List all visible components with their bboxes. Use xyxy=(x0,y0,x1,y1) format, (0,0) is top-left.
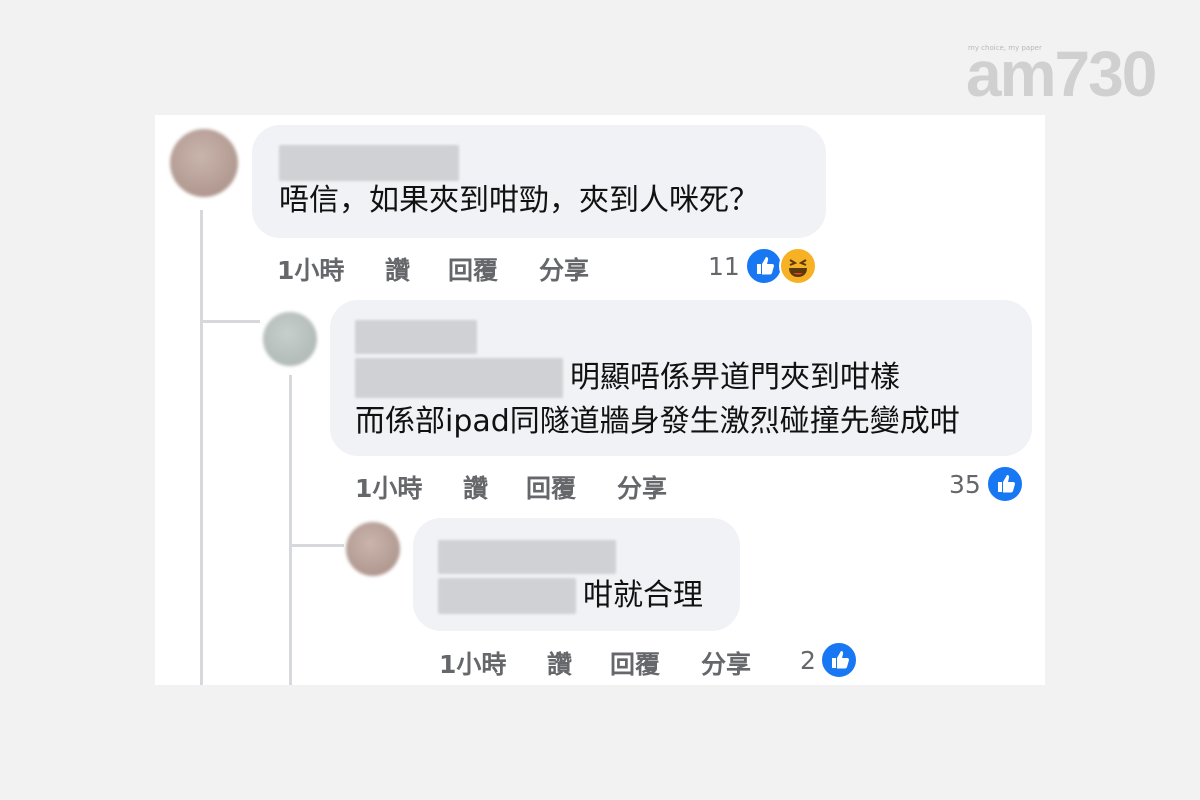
share-button[interactable]: 分享 xyxy=(539,251,589,287)
am730-logo: am730 my choice, my paper xyxy=(966,36,1157,116)
thread-line-main xyxy=(200,210,203,685)
logo-tagline: my choice, my paper xyxy=(968,44,1042,52)
comment-bubble: 唔信，如果夾到咁勁，夾到人咪死？ xyxy=(252,125,826,238)
thread-connector-2 xyxy=(289,544,344,547)
comment-time[interactable]: 1小時 xyxy=(439,645,506,681)
comment-text-line-2: 而係部ipad同隧道牆身發生激烈碰撞先變成咁 xyxy=(355,404,960,439)
like-button[interactable]: 讚 xyxy=(385,251,410,287)
author-name-blurred[interactable] xyxy=(355,320,477,354)
haha-icon[interactable] xyxy=(779,247,817,285)
author-name-blurred[interactable] xyxy=(438,540,616,574)
share-button[interactable]: 分享 xyxy=(617,469,667,505)
comment-text: 咁就合理 xyxy=(583,578,703,613)
reaction-count[interactable]: 11 xyxy=(708,252,740,281)
avatar[interactable] xyxy=(263,312,317,366)
share-button[interactable]: 分享 xyxy=(701,645,751,681)
like-icon[interactable] xyxy=(820,641,858,679)
tagged-user-blurred[interactable] xyxy=(438,578,576,614)
like-button[interactable]: 讚 xyxy=(547,645,572,681)
comment-time[interactable]: 1小時 xyxy=(277,251,344,287)
comment-time[interactable]: 1小時 xyxy=(355,469,422,505)
author-name-blurred[interactable] xyxy=(279,145,459,181)
reaction-count[interactable]: 2 xyxy=(800,646,816,675)
reply-button[interactable]: 回覆 xyxy=(610,645,660,681)
like-button[interactable]: 讚 xyxy=(463,469,488,505)
thread-connector-1 xyxy=(200,320,260,323)
comment-thread: 唔信，如果夾到咁勁，夾到人咪死？ 1小時 讚 回覆 分享 11 明顯唔係畀道門夾… xyxy=(155,115,1045,685)
comment-text: 唔信，如果夾到咁勁，夾到人咪死？ xyxy=(279,183,759,218)
comment-text-line-1: 明顯唔係畀道門夾到咁樣 xyxy=(570,360,900,395)
like-icon[interactable] xyxy=(986,465,1024,503)
avatar[interactable] xyxy=(346,522,400,576)
like-icon[interactable] xyxy=(745,247,783,285)
reply-button[interactable]: 回覆 xyxy=(526,469,576,505)
tagged-user-blurred[interactable] xyxy=(355,358,563,398)
thread-line-reply xyxy=(289,375,292,685)
comment-bubble: 明顯唔係畀道門夾到咁樣 而係部ipad同隧道牆身發生激烈碰撞先變成咁 xyxy=(330,300,1032,456)
avatar[interactable] xyxy=(170,129,238,197)
reply-button[interactable]: 回覆 xyxy=(448,251,498,287)
comment-bubble: 咁就合理 xyxy=(413,518,740,631)
reaction-count[interactable]: 35 xyxy=(949,470,981,499)
